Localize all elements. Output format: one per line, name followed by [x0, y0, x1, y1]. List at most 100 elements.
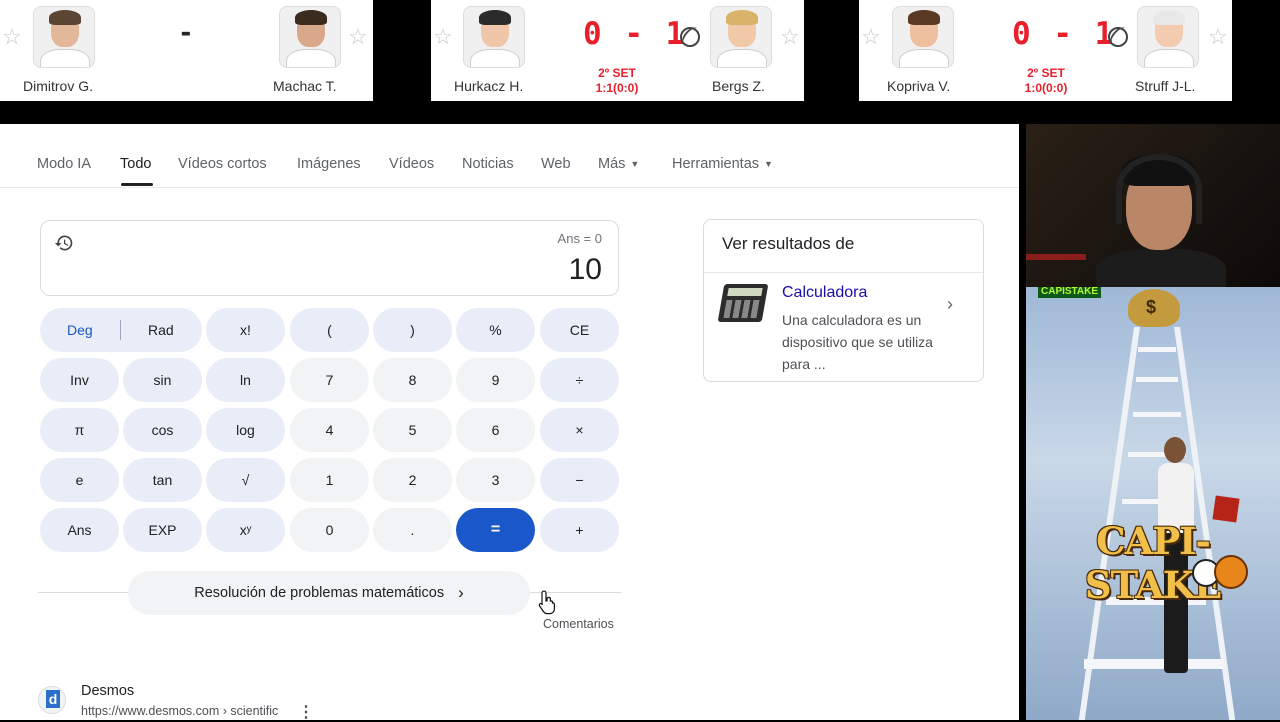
digit-4-key[interactable]: 4 — [290, 408, 369, 452]
tennis-ball-icon — [1108, 27, 1128, 47]
active-tab-indicator — [121, 183, 153, 186]
tan-key[interactable]: tan — [123, 458, 202, 502]
digit-5-key[interactable]: 5 — [373, 408, 452, 452]
favorite-star-icon[interactable]: ☆ — [861, 26, 881, 48]
divider — [120, 320, 121, 340]
ln-key[interactable]: ln — [206, 358, 285, 402]
divide-key[interactable]: ÷ — [540, 358, 619, 402]
player-name: Kopriva V. — [887, 78, 951, 94]
tab-todo[interactable]: Todo — [120, 156, 151, 172]
calculadora-link[interactable]: Calculadora — [782, 284, 867, 302]
ladder-rung — [1133, 412, 1181, 417]
plus-key[interactable]: + — [540, 508, 619, 552]
player-avatar — [463, 6, 525, 68]
digit-3-key[interactable]: 3 — [456, 458, 535, 502]
ladder-rung — [1084, 659, 1224, 669]
favorite-star-icon[interactable]: ☆ — [348, 26, 368, 48]
deg-rad-toggle[interactable]: Deg Rad — [40, 308, 202, 352]
ladder-rung — [1138, 347, 1176, 352]
digit-9-key[interactable]: 9 — [456, 358, 535, 402]
minus-key[interactable]: − — [540, 458, 619, 502]
digit-1-key[interactable]: 1 — [290, 458, 369, 502]
webcam-feed — [1026, 124, 1280, 287]
card-description: Una calculadora es un dispositivo que se… — [782, 312, 933, 372]
log-key[interactable]: log — [206, 408, 285, 452]
feedback-link[interactable]: Comentarios — [543, 617, 614, 631]
sin-key[interactable]: sin — [123, 358, 202, 402]
math-solver-label: Resolución de problemas matemáticos — [194, 585, 445, 601]
inv-key[interactable]: Inv — [40, 358, 119, 402]
pi-key[interactable]: π — [40, 408, 119, 452]
match-score: 0 - 1 — [583, 16, 687, 52]
search-results-panel: Modo IA Todo Vídeos cortos Imágenes Víde… — [0, 124, 1019, 722]
sqrt-key[interactable]: √ — [206, 458, 285, 502]
ans-key[interactable]: Ans — [40, 508, 119, 552]
hand-cursor-icon — [538, 590, 555, 615]
led-strip — [1026, 254, 1086, 260]
factorial-key[interactable]: x! — [206, 308, 285, 352]
player-avatar — [279, 6, 341, 68]
exp-key[interactable]: EXP — [123, 508, 202, 552]
scoreboard-2: ☆ Hurkacz H. 0 - 1 2º SET 1:1(0:0) Bergs … — [431, 0, 804, 101]
tab-videos[interactable]: Vídeos — [389, 156, 434, 172]
player-name: Machac T. — [273, 78, 337, 94]
player-name: Dimitrov G. — [23, 78, 93, 94]
digit-7-key[interactable]: 7 — [290, 358, 369, 402]
result-value: 10 — [568, 253, 602, 286]
chevron-right-icon[interactable]: › — [947, 294, 953, 315]
rparen-key[interactable]: ) — [373, 308, 452, 352]
sports-balls-icon — [1192, 555, 1254, 591]
scoreboard-3: ☆ Kopriva V. 0 - 1 2º SET 1:0(0:0) Struff… — [859, 0, 1232, 101]
digit-6-key[interactable]: 6 — [456, 408, 535, 452]
result-url[interactable]: https://www.desmos.com › scientific — [81, 704, 278, 718]
calculator-display: Ans = 0 10 — [40, 220, 619, 296]
player-avatar — [1137, 6, 1199, 68]
digit-8-key[interactable]: 8 — [373, 358, 452, 402]
money-bag-icon: $ — [1128, 289, 1180, 327]
tab-imagenes[interactable]: Imágenes — [297, 156, 361, 172]
e-key[interactable]: e — [40, 458, 119, 502]
tennis-ball-icon — [680, 27, 700, 47]
tab-mas[interactable]: Más ▼ — [598, 156, 639, 172]
deg-button[interactable]: Deg — [67, 322, 93, 338]
channel-tag: CAPISTAKE — [1038, 287, 1102, 298]
favorite-star-icon[interactable]: ☆ — [1208, 26, 1228, 48]
player-avatar — [33, 6, 95, 68]
favorite-star-icon[interactable]: ☆ — [433, 26, 453, 48]
desmos-favicon: d — [38, 686, 66, 714]
match-score: 0 - 1 — [1012, 16, 1116, 52]
lparen-key[interactable]: ( — [290, 308, 369, 352]
decimal-key[interactable]: . — [373, 508, 452, 552]
tab-web[interactable]: Web — [541, 156, 571, 172]
more-options-icon[interactable]: ⋮ — [298, 702, 314, 722]
tab-herramientas[interactable]: Herramientas ▼ — [672, 156, 773, 172]
cos-key[interactable]: cos — [123, 408, 202, 452]
equals-key[interactable]: = — [456, 508, 535, 552]
chevron-right-icon: › — [458, 583, 464, 602]
result-title[interactable]: Desmos — [81, 683, 134, 699]
multiply-key[interactable]: × — [540, 408, 619, 452]
player-avatar — [892, 6, 954, 68]
math-solver-button[interactable]: Resolución de problemas matemáticos › — [128, 571, 530, 615]
percent-key[interactable]: % — [456, 308, 535, 352]
game-score: 1:1(0:0) — [595, 81, 639, 95]
tab-noticias[interactable]: Noticias — [462, 156, 514, 172]
tab-videos-cortos[interactable]: Vídeos cortos — [178, 156, 267, 172]
digit-0-key[interactable]: 0 — [290, 508, 369, 552]
player-name: Hurkacz H. — [454, 78, 524, 94]
favorite-star-icon[interactable]: ☆ — [780, 26, 800, 48]
clear-entry-key[interactable]: CE — [540, 308, 619, 352]
tab-herramientas-label: Herramientas — [672, 156, 760, 172]
tab-modo-ia[interactable]: Modo IA — [37, 156, 91, 172]
power-key[interactable]: xʸ — [206, 508, 285, 552]
digit-2-key[interactable]: 2 — [373, 458, 452, 502]
see-results-card: Ver resultados de Calculadora Una calcul… — [703, 219, 984, 382]
favorite-star-icon[interactable]: ☆ — [2, 26, 22, 48]
set-info: 2º SET 1:0(0:0) — [1001, 66, 1091, 96]
history-icon[interactable] — [54, 233, 74, 253]
calculator-thumbnail[interactable] — [717, 284, 769, 322]
player-name: Struff J-L. — [1135, 78, 1196, 94]
promo-banner: CAPISTAKE $ CAPI-STAKE — [1026, 287, 1280, 720]
scoreboard-1: ☆ Dimitrov G. - Machac T. ☆ — [0, 0, 373, 101]
rad-button[interactable]: Rad — [148, 322, 174, 338]
